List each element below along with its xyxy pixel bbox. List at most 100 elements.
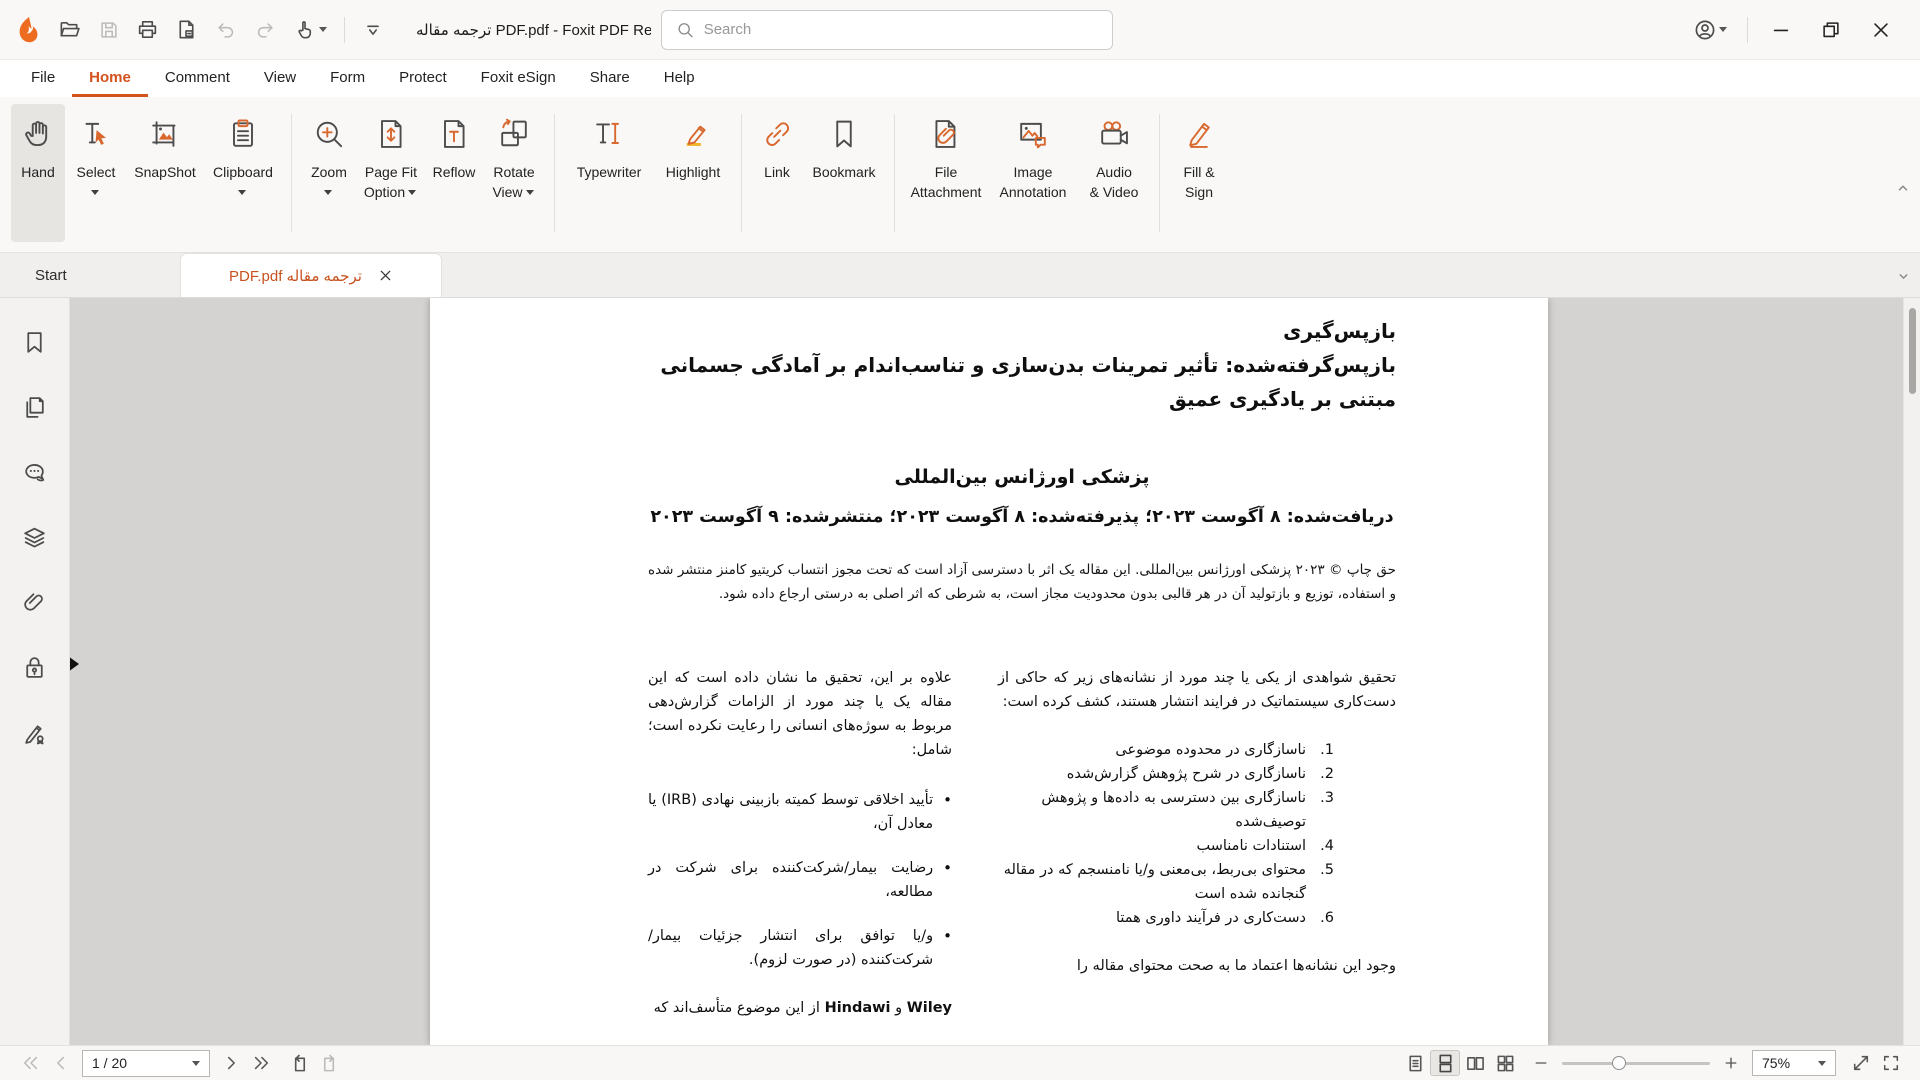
close-button[interactable] <box>1856 8 1906 52</box>
link-tool-button[interactable]: Link <box>752 104 802 242</box>
undo-button[interactable] <box>206 10 245 49</box>
file-attachment-button[interactable]: FileAttachment <box>905 104 987 242</box>
search-input[interactable] <box>704 21 1098 38</box>
search-icon <box>676 20 695 40</box>
dates-line: دریافت‌شده: ۸ آگوست ۲۰۲۳؛ پذیرفته‌شده: ۸… <box>648 500 1396 534</box>
bookmarks-panel-button[interactable] <box>18 326 52 358</box>
bullet-list: •تأیید اخلاقی توسط کمیته بازبینی نهادی (… <box>648 788 952 972</box>
menu-comment[interactable]: Comment <box>148 60 247 97</box>
pages-panel-button[interactable] <box>18 391 52 423</box>
next-view-button[interactable] <box>314 1050 344 1076</box>
document-viewport[interactable]: بازپس‌گیری بازپس‌گرفته‌شده: تأثیر تمرینا… <box>70 298 1920 1045</box>
zoom-out-button[interactable] <box>1526 1050 1556 1076</box>
bookmark-tool-button[interactable]: Bookmark <box>804 104 884 242</box>
rotate-view-icon <box>496 116 532 152</box>
menu-help[interactable]: Help <box>647 60 712 97</box>
clipboard-tool-button[interactable]: Clipboard <box>205 104 281 242</box>
hand-tool-quick-button[interactable] <box>284 10 336 49</box>
signature-panel-button[interactable] <box>18 716 52 748</box>
ribbon-divider <box>894 114 895 232</box>
continuous-page-icon <box>1436 1054 1455 1073</box>
fit-page-icon <box>1852 1054 1870 1072</box>
fill-sign-button[interactable]: Fill &Sign <box>1170 104 1228 242</box>
chevron-down-icon <box>1818 1061 1826 1066</box>
menu-form[interactable]: Form <box>313 60 382 97</box>
page-fit-icon <box>373 116 409 152</box>
open-file-button[interactable] <box>50 10 89 49</box>
zoom-slider-thumb[interactable] <box>1612 1056 1626 1070</box>
tab-list-button[interactable] <box>1897 270 1910 286</box>
fullscreen-button[interactable] <box>1876 1050 1906 1076</box>
hand-icon <box>20 116 56 152</box>
vertical-scrollbar[interactable] <box>1903 298 1920 1045</box>
previous-view-button[interactable] <box>284 1050 314 1076</box>
ribbon-divider <box>1159 114 1160 232</box>
security-panel-button[interactable] <box>18 651 52 683</box>
hand-pointer-icon <box>294 18 317 41</box>
chevron-down-icon <box>192 1061 200 1066</box>
quad-view-button[interactable] <box>1490 1050 1520 1076</box>
typewriter-tool-button[interactable]: Typewriter <box>565 104 653 242</box>
facing-view-button[interactable] <box>1460 1050 1490 1076</box>
menu-file[interactable]: File <box>14 60 72 97</box>
minimize-button[interactable] <box>1756 8 1806 52</box>
reflow-tool-button[interactable]: Reflow <box>426 104 482 242</box>
menubar: File Home Comment View Form Protect Foxi… <box>0 60 1920 97</box>
facing-page-icon <box>1466 1054 1485 1073</box>
zoom-tool-button[interactable]: Zoom <box>302 104 356 242</box>
next-page-button[interactable] <box>216 1050 246 1076</box>
snapshot-tool-button[interactable]: SnapShot <box>127 104 203 242</box>
fit-page-button[interactable] <box>1846 1050 1876 1076</box>
collapse-ribbon-button[interactable] <box>1896 181 1910 198</box>
zoom-in-button[interactable] <box>1716 1050 1746 1076</box>
prev-page-button[interactable] <box>46 1050 76 1076</box>
menu-share[interactable]: Share <box>573 60 647 97</box>
image-annotation-icon <box>1015 116 1051 152</box>
reflow-icon <box>436 116 472 152</box>
last-page-button[interactable] <box>246 1050 276 1076</box>
titlebar: ترجمه مقاله PDF.pdf - Foxit PDF Re... <box>0 0 1920 60</box>
menu-foxit-esign[interactable]: Foxit eSign <box>464 60 573 97</box>
highlight-tool-button[interactable]: Highlight <box>655 104 731 242</box>
list-item: 4.استنادات نامناسب <box>998 834 1334 858</box>
tab-start[interactable]: Start <box>0 253 180 297</box>
attachments-panel-button[interactable] <box>18 586 52 618</box>
scrollbar-thumb[interactable] <box>1909 308 1916 394</box>
chevron-down-icon <box>319 27 327 32</box>
redo-button[interactable] <box>245 10 284 49</box>
zoom-slider-track[interactable] <box>1562 1062 1710 1065</box>
expand-panel-handle[interactable] <box>70 656 79 672</box>
first-page-button[interactable] <box>16 1050 46 1076</box>
next-page-icon <box>222 1054 240 1072</box>
comments-panel-button[interactable] <box>18 456 52 488</box>
single-page-view-button[interactable] <box>1400 1050 1430 1076</box>
menu-view[interactable]: View <box>247 60 313 97</box>
zoom-slider[interactable] <box>1562 1050 1710 1076</box>
customize-quick-toolbar-button[interactable] <box>353 10 392 49</box>
menu-home[interactable]: Home <box>72 60 148 97</box>
image-annotation-button[interactable]: ImageAnnotation <box>989 104 1077 242</box>
menu-protect[interactable]: Protect <box>382 60 464 97</box>
account-button[interactable] <box>1681 10 1739 49</box>
print-button[interactable] <box>128 10 167 49</box>
page-number-box[interactable]: 1 / 20 <box>82 1050 210 1077</box>
journal-block: پزشکی اورژانس بین‌المللی دریافت‌شده: ۸ آ… <box>648 462 1396 534</box>
layers-panel-button[interactable] <box>18 521 52 553</box>
audio-video-button[interactable]: Audio& Video <box>1079 104 1149 242</box>
rotate-view-button[interactable]: RotateView <box>484 104 544 242</box>
tab-document-active[interactable]: ترجمه مقاله PDF.pdf <box>180 253 442 297</box>
search-box[interactable] <box>661 10 1113 50</box>
restore-button[interactable] <box>1806 8 1856 52</box>
save-button[interactable] <box>89 10 128 49</box>
doc-right-column: تحقیق شواهدی از یکی یا چند مورد از نشانه… <box>998 666 1396 1045</box>
continuous-view-button[interactable] <box>1430 1050 1460 1076</box>
page-fit-option-button[interactable]: Page FitOption <box>358 104 424 242</box>
hand-tool-button[interactable]: Hand <box>11 104 65 242</box>
zoom-out-icon <box>1533 1055 1549 1071</box>
chevron-down-icon <box>91 190 99 195</box>
print-page-button[interactable] <box>167 10 206 49</box>
select-tool-button[interactable]: Select <box>67 104 125 242</box>
close-tab-icon[interactable] <box>378 268 393 283</box>
zoom-level-box[interactable]: 75% <box>1752 1050 1836 1076</box>
right-column-outro: وجود این نشانه‌ها اعتماد ما به صحت محتوا… <box>998 954 1396 978</box>
